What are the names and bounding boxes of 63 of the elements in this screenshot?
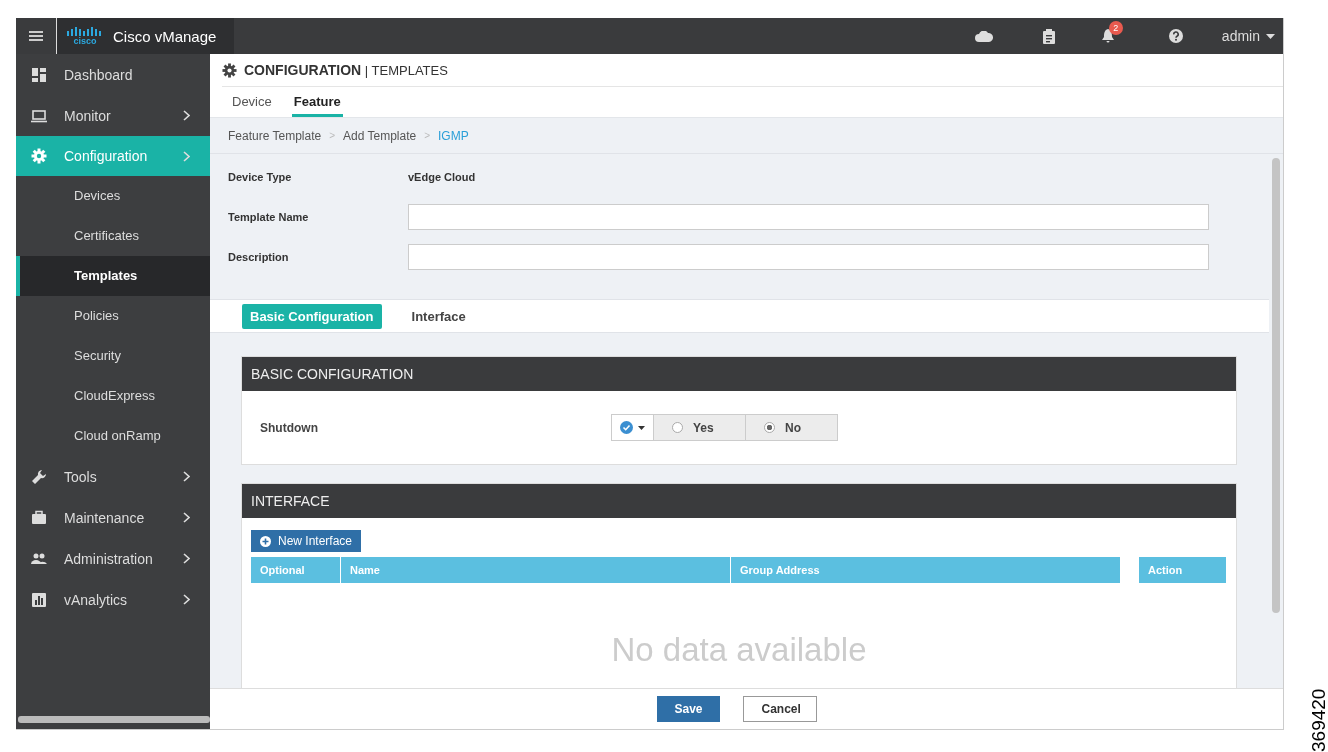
vertical-scrollbar[interactable]	[1272, 158, 1280, 613]
section-header: INTERFACE	[242, 484, 1236, 518]
breadcrumb-link[interactable]: Add Template	[343, 128, 417, 143]
radio-option[interactable]: No	[746, 414, 838, 441]
footer-button[interactable]: Cancel	[742, 696, 817, 722]
column-header: Optional	[251, 557, 341, 583]
radio-option[interactable]: Yes	[654, 414, 746, 441]
figure-number: 369420	[1308, 687, 1328, 752]
briefcase-icon	[31, 509, 47, 526]
submenu-item[interactable]: CloudExpress	[16, 376, 210, 416]
gear-icon	[31, 148, 47, 164]
footer-button[interactable]: Save	[656, 696, 720, 722]
breadcrumb-separator: >	[329, 130, 335, 141]
user-menu[interactable]: admin	[1221, 28, 1275, 44]
submenu-item[interactable]: Devices	[16, 176, 210, 216]
submenu-item[interactable]: Certificates	[16, 216, 210, 256]
device-type-value: vEdge Cloud	[408, 171, 476, 183]
cisco-bars-icon	[67, 26, 103, 36]
scope-dropdown[interactable]	[611, 414, 654, 441]
nav-item[interactable]: vAnalytics	[16, 579, 210, 620]
breadcrumb-separator: >	[424, 130, 431, 141]
tab[interactable]: Device	[230, 87, 274, 117]
nav-item[interactable]: Administration	[16, 538, 210, 579]
field-label: Description	[228, 251, 290, 263]
field-label: Shutdown	[260, 420, 319, 435]
plus-circle-icon	[260, 535, 271, 547]
bar-chart-icon	[31, 591, 47, 608]
field-label: Device Type	[228, 171, 293, 183]
nav-item[interactable]: Monitor	[16, 95, 210, 136]
submenu-item[interactable]: Policies	[16, 296, 210, 336]
product-name: Cisco vManage	[113, 27, 217, 45]
horizontal-scrollbar[interactable]	[18, 716, 210, 723]
field-label: Template Name	[228, 211, 310, 223]
monitor-icon	[31, 107, 47, 124]
section-tab[interactable]: Interface	[403, 303, 474, 329]
nav-item[interactable]: Dashboard	[16, 54, 210, 95]
description-field[interactable]	[408, 244, 1209, 270]
submenu-item[interactable]: Templates	[16, 256, 210, 296]
caret-down-icon	[1266, 33, 1275, 39]
caret-down-icon	[638, 425, 645, 430]
bell-icon[interactable]	[1101, 29, 1114, 43]
breadcrumb-link[interactable]: Feature Template	[228, 128, 322, 143]
help-icon[interactable]	[1168, 29, 1183, 43]
page-title: CONFIGURATION | TEMPLATES	[244, 62, 448, 78]
wrench-icon	[31, 468, 47, 485]
dashboard-icon	[31, 66, 47, 83]
template-name-field[interactable]	[408, 204, 1209, 230]
submenu-item[interactable]: Cloud onRamp	[16, 416, 210, 456]
column-header: Group Address	[731, 557, 1121, 583]
nav-item[interactable]: Maintenance	[16, 497, 210, 538]
tab[interactable]: Feature	[291, 87, 343, 117]
notification-badge: 2	[1108, 21, 1123, 35]
clipboard-icon[interactable]	[1042, 28, 1055, 44]
nav-item[interactable]: Tools	[16, 456, 210, 497]
cloud-icon[interactable]	[974, 30, 993, 42]
new-interface-button[interactable]: New Interface	[251, 530, 362, 552]
section-header: BASIC CONFIGURATION	[242, 357, 1236, 391]
gear-icon	[222, 62, 237, 78]
column-header: Action	[1139, 557, 1227, 583]
logo-text: cisco	[73, 36, 97, 46]
column-header: Name	[341, 557, 731, 583]
submenu-item[interactable]: Security	[16, 336, 210, 376]
check-circle-icon	[620, 421, 633, 434]
